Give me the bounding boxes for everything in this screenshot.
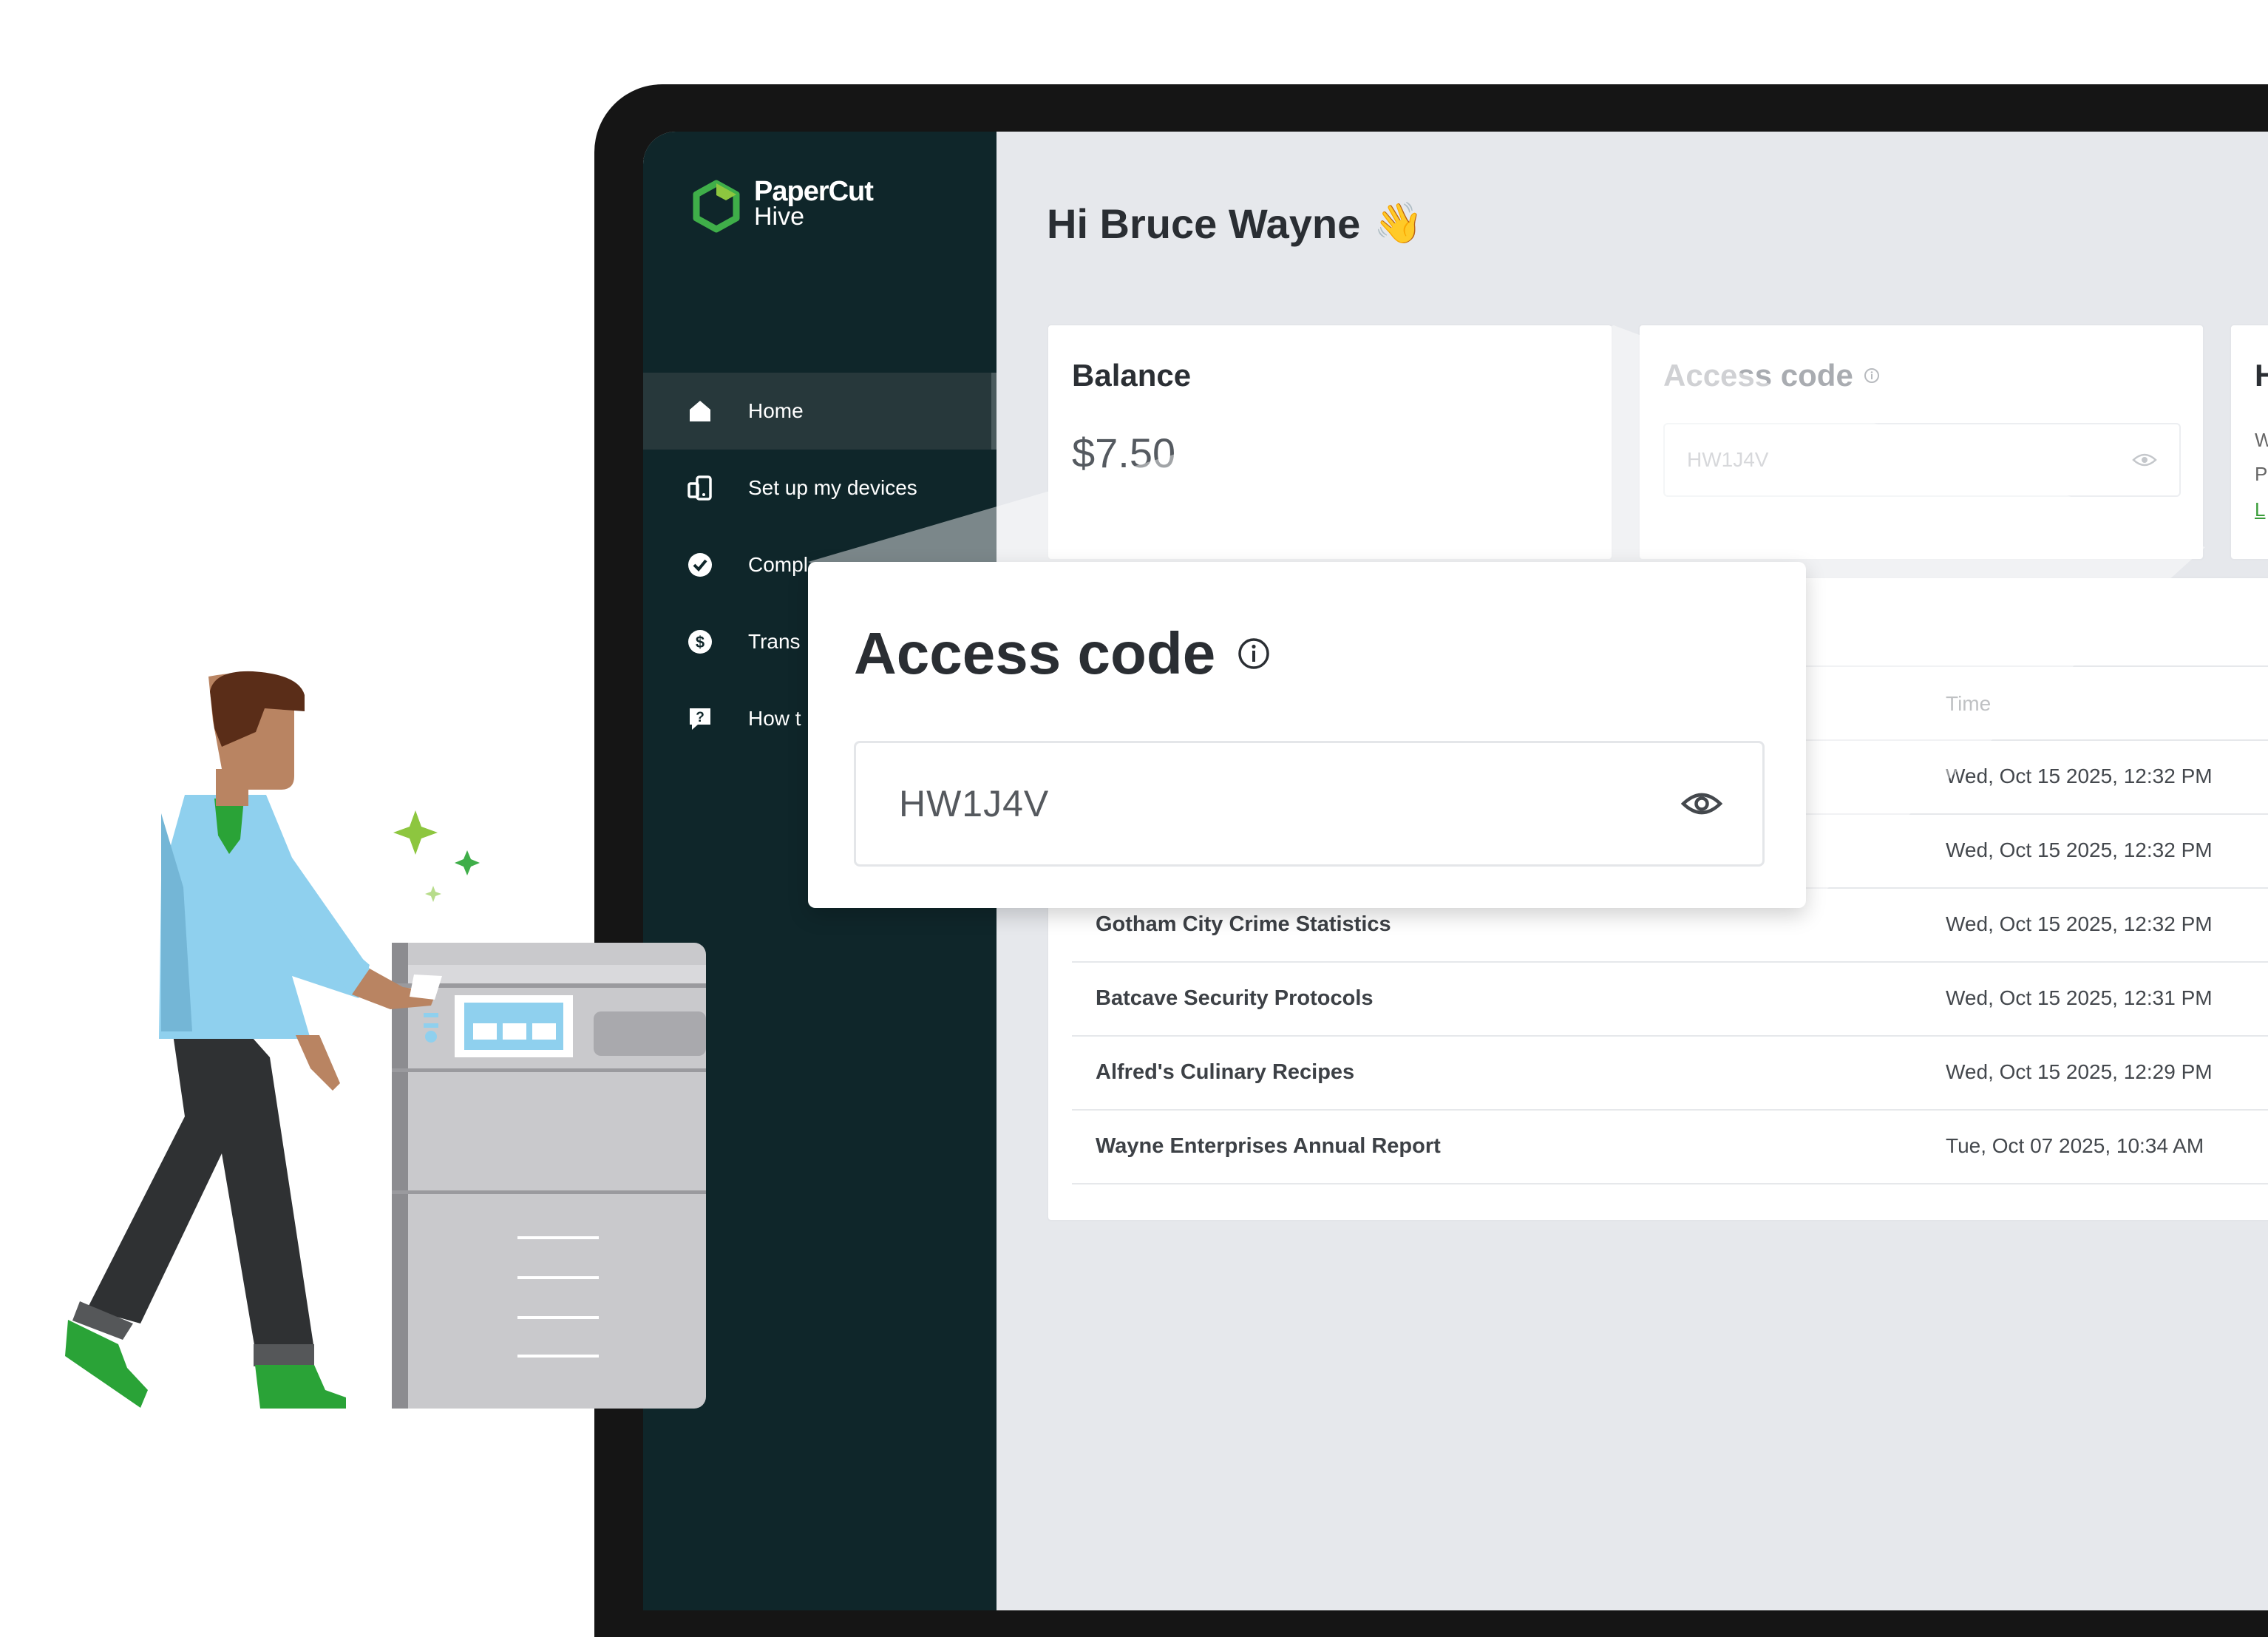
access-code-field[interactable]: HW1J4V [1663,423,2181,497]
person-icon [65,671,442,1409]
access-code-zoom-popup: Access code HW1J4V [808,562,1806,908]
sidebar-item-label: Compl [748,553,808,576]
info-icon[interactable] [1237,637,1270,670]
balance-value: $7.50 [1072,430,1176,476]
table-row[interactable]: Wayne Enterprises Annual Report Tue, Oct… [1072,1111,2268,1184]
info-icon[interactable] [1864,367,1880,384]
home-icon [686,397,714,425]
popup-title: Access code [854,620,1270,688]
check-circle-icon [686,551,714,579]
logo-line1: PaperCut [754,176,874,207]
sidebar-item-set-up-devices[interactable]: Set up my devices [643,450,997,526]
access-code-title: Access code [1663,358,1880,393]
table-row[interactable]: Batcave Security Protocols Wed, Oct 15 2… [1072,963,2268,1037]
sparkle-icon [393,810,480,902]
dollar-circle-icon: $ [686,628,714,656]
waving-hand-icon: 👋 [1374,201,1424,245]
help-card: H W P L [2230,324,2268,560]
sidebar-item-home[interactable]: Home [643,373,997,450]
papercut-hive-logo[interactable]: PaperCut Hive [689,176,874,234]
table-row[interactable]: Alfred's Culinary Recipes Wed, Oct 15 20… [1072,1037,2268,1111]
column-header-time: Time [1946,692,1992,715]
sidebar-item-label: Trans [748,630,801,653]
eye-icon[interactable] [1681,790,1722,818]
svg-text:$: $ [696,633,704,651]
logo-line2: Hive [754,203,805,231]
sidebar-item-label: How t [748,707,801,730]
balance-card: Balance $7.50 [1047,324,1613,560]
balance-title: Balance [1072,358,1192,393]
help-link[interactable]: L [2255,498,2265,521]
sidebar-item-label: Set up my devices [748,476,917,499]
page-title: Hi Bruce Wayne 👋 [1047,200,1424,247]
sidebar-item-label: Home [748,399,804,422]
devices-icon [686,474,714,502]
eye-icon[interactable] [2132,452,2157,468]
access-code-field[interactable]: HW1J4V [854,741,1765,867]
svg-text:?: ? [696,710,704,725]
hexagon-logo-icon [693,180,740,233]
access-code-card: Access code HW1J4V [1638,324,2204,560]
help-icon: ? [686,705,714,733]
